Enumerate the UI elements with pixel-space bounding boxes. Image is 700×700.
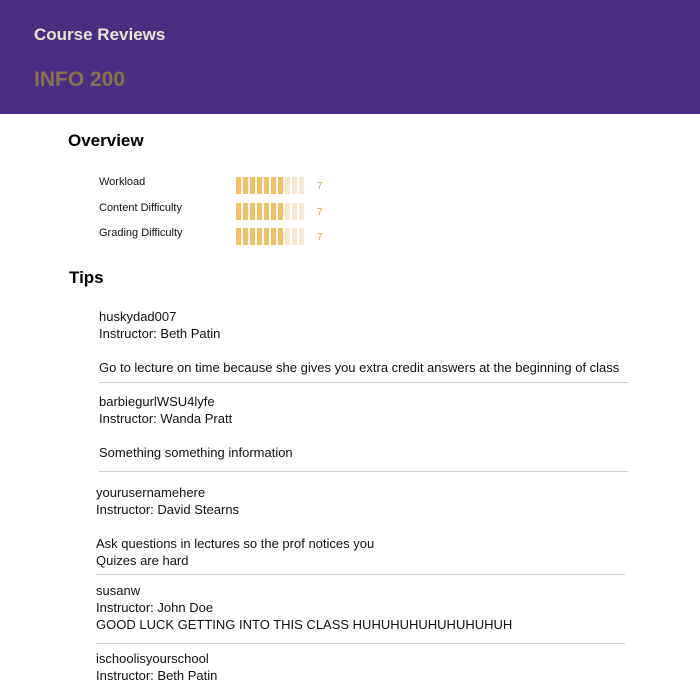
metric-label: Workload xyxy=(99,176,146,188)
rating-segment-empty xyxy=(285,228,290,245)
tip-instructor: Instructor: Beth Patin xyxy=(96,668,218,683)
tip-item: susanw Instructor: John Doe GOOD LUCK GE… xyxy=(96,582,512,633)
rating-segment-filled xyxy=(278,177,283,194)
rating-segment-filled xyxy=(264,203,269,220)
rating-segment-empty xyxy=(299,228,304,245)
rating-segment-empty xyxy=(292,228,297,245)
tip-text: Something something information xyxy=(99,445,293,460)
tip-item: huskydad007 Instructor: Beth Patin Go to… xyxy=(99,308,619,376)
tip-text: Quizes are hard xyxy=(96,553,189,568)
rating-segment-filled xyxy=(271,177,276,194)
rating-segment-empty xyxy=(292,203,297,220)
tip-divider xyxy=(96,643,625,644)
tip-divider xyxy=(96,574,625,575)
rating-segment-empty xyxy=(285,203,290,220)
rating-segment-filled xyxy=(271,228,276,245)
metric-score: 7 xyxy=(317,181,323,192)
metric-label: Content Difficulty xyxy=(99,202,182,214)
rating-segment-filled xyxy=(250,203,255,220)
rating-segment-filled xyxy=(264,177,269,194)
overview-heading: Overview xyxy=(68,131,144,150)
tip-item: barbiegurlWSU4lyfe Instructor: Wanda Pra… xyxy=(99,393,293,461)
rating-segment-filled xyxy=(278,228,283,245)
course-code: INFO 200 xyxy=(34,68,126,91)
rating-segment-filled xyxy=(236,203,241,220)
rating-bar xyxy=(236,203,304,220)
rating-segment-filled xyxy=(264,228,269,245)
tip-instructor: Instructor: John Doe xyxy=(96,600,214,615)
tip-divider xyxy=(99,382,628,383)
tip-username: susanw xyxy=(96,583,141,598)
tip-item: yourusernamehere Instructor: David Stear… xyxy=(96,484,374,569)
metric-label: Grading Difficulty xyxy=(99,227,183,239)
tip-text: Go to lecture on time because she gives … xyxy=(99,360,620,375)
rating-segment-empty xyxy=(285,177,290,194)
rating-bar xyxy=(236,228,304,245)
tip-item: ischoolisyourschool Instructor: Beth Pat… xyxy=(96,650,217,684)
tip-username: yourusernamehere xyxy=(96,485,206,500)
tip-username: barbiegurlWSU4lyfe xyxy=(99,394,215,409)
rating-segment-filled xyxy=(250,228,255,245)
rating-segment-empty xyxy=(292,177,297,194)
metric-score: 7 xyxy=(317,207,323,218)
tip-instructor: Instructor: Beth Patin xyxy=(99,326,221,341)
rating-segment-empty xyxy=(299,177,304,194)
rating-segment-filled xyxy=(257,203,262,220)
tip-text: GOOD LUCK GETTING INTO THIS CLASS HUHUHU… xyxy=(96,617,513,632)
rating-segment-filled xyxy=(257,177,262,194)
tips-heading: Tips xyxy=(69,268,104,287)
tip-text: Ask questions in lectures so the prof no… xyxy=(96,536,375,551)
rating-segment-filled xyxy=(257,228,262,245)
rating-segment-filled xyxy=(271,203,276,220)
tip-divider xyxy=(99,471,628,472)
rating-bar xyxy=(236,177,304,194)
rating-segment-filled xyxy=(243,203,248,220)
tip-instructor: Instructor: Wanda Pratt xyxy=(99,411,233,426)
rating-segment-filled xyxy=(250,177,255,194)
metric-score: 7 xyxy=(317,232,323,243)
rating-segment-filled xyxy=(278,203,283,220)
metric-grading-difficulty: Grading Difficulty 7 xyxy=(99,225,339,245)
metric-workload: Workload 7 xyxy=(99,174,339,194)
tip-instructor: Instructor: David Stearns xyxy=(96,502,240,517)
rating-segment-empty xyxy=(299,203,304,220)
tip-username: ischoolisyourschool xyxy=(96,651,209,666)
rating-segment-filled xyxy=(243,228,248,245)
app-title: Course Reviews xyxy=(34,25,166,44)
tip-username: huskydad007 xyxy=(99,309,177,324)
page-header: Course Reviews INFO 200 xyxy=(0,0,700,114)
metric-content-difficulty: Content Difficulty 7 xyxy=(99,200,339,220)
rating-segment-filled xyxy=(236,228,241,245)
rating-segment-filled xyxy=(243,177,248,194)
rating-segment-filled xyxy=(236,177,241,194)
